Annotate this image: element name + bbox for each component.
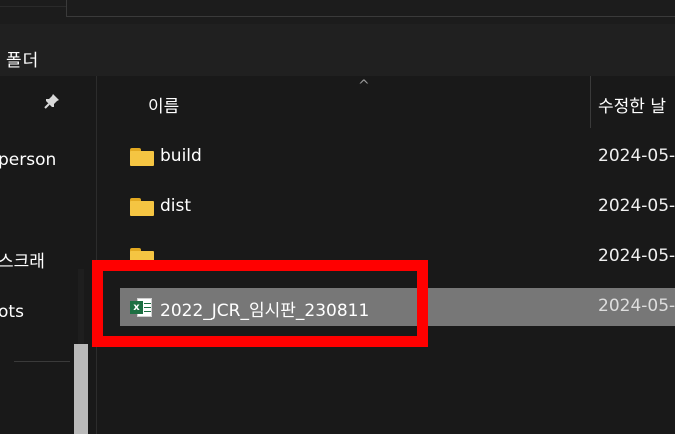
nav-item-person[interactable]: person (0, 150, 56, 170)
file-name: build (160, 146, 202, 166)
address-bar-area (0, 0, 675, 24)
nav-item-ots[interactable]: ots (0, 302, 24, 322)
nav-item-scrap[interactable]: 스크래 (0, 247, 45, 272)
pane-divider[interactable] (96, 76, 97, 434)
address-bar[interactable] (66, 0, 675, 17)
file-date: 2024-05- (598, 296, 675, 316)
column-header-name[interactable]: 이름 (148, 92, 179, 117)
window-title-partial: 폴더 (6, 51, 40, 71)
list-item[interactable]: dist 2024-05- (120, 188, 675, 226)
nav-scrollbar[interactable] (74, 269, 88, 434)
file-name: dist (160, 196, 192, 216)
file-list: ^ 이름 수정한 날 build 2024-05- dist 2024-05- … (100, 76, 675, 434)
file-date: 2024-05- (598, 246, 675, 266)
pin-icon[interactable] (44, 93, 62, 111)
column-separator[interactable] (590, 76, 591, 128)
file-date: 2024-05- (598, 196, 675, 216)
highlight-box (92, 260, 428, 347)
navigation-pane: person 스크래 ots (0, 76, 100, 434)
list-item[interactable]: build 2024-05- (120, 138, 675, 176)
file-date: 2024-05- (598, 146, 675, 166)
nav-scrollbar-track (78, 269, 84, 344)
sort-ascending-icon: ^ (358, 78, 370, 94)
column-header-modified[interactable]: 수정한 날 (598, 92, 666, 117)
nav-separator (14, 361, 70, 362)
toolbar-strip: 폴더 (0, 24, 675, 76)
folder-icon (130, 148, 154, 166)
folder-icon (130, 198, 154, 216)
